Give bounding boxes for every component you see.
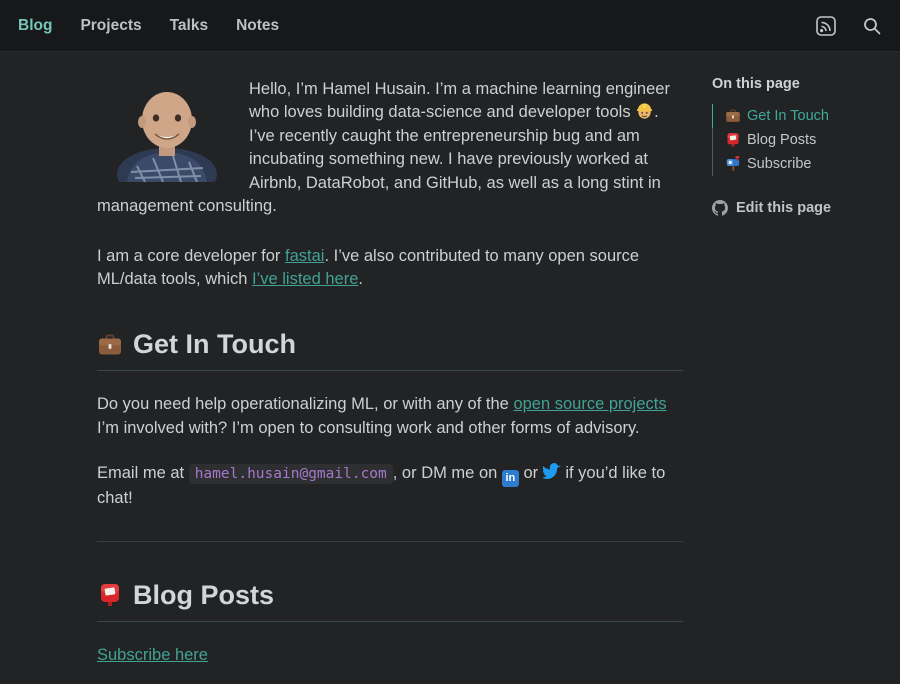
- p2-text-1: I am a core developer for: [97, 247, 285, 265]
- toc-item-label: Subscribe: [747, 156, 811, 172]
- listed-here-link[interactable]: I’ve listed here: [252, 270, 358, 288]
- blog-posts-heading: Blog Posts: [97, 580, 683, 622]
- email-link[interactable]: hamel.husain@gmail.com: [189, 464, 393, 484]
- briefcase-emoji: [725, 108, 741, 124]
- consulting-text-1: Do you need help operationalizing ML, or…: [97, 395, 513, 413]
- toc-item-get-in-touch[interactable]: Get In Touch: [712, 104, 892, 128]
- briefcase-emoji: [97, 332, 123, 358]
- toc-item-label: Blog Posts: [747, 132, 816, 148]
- nav-item-talks[interactable]: Talks: [170, 17, 209, 35]
- consulting-text-2: I’m involved with? I’m open to consultin…: [97, 419, 640, 437]
- rss-icon[interactable]: [816, 16, 836, 36]
- construction-worker-emoji: [635, 101, 654, 120]
- mailbox-emoji: [725, 156, 741, 172]
- email-text-2: , or DM me on: [393, 464, 502, 482]
- toc-title: On this page: [712, 76, 892, 92]
- nav-item-blog[interactable]: Blog: [18, 17, 52, 35]
- edit-this-page-label: Edit this page: [736, 200, 831, 216]
- on-this-page-sidebar: On this page Get In Touch Blog Posts Sub…: [712, 76, 892, 216]
- open-source-projects-link[interactable]: open source projects: [513, 395, 666, 413]
- nav-links: Blog Projects Talks Notes: [18, 17, 279, 35]
- top-navbar: Blog Projects Talks Notes: [0, 0, 900, 52]
- main-content: Hello, I’m Hamel Husain. I’m a machine l…: [97, 52, 683, 684]
- search-icon[interactable]: [862, 16, 882, 36]
- postbox-emoji: [725, 132, 741, 148]
- intro-text-1: Hello, I’m Hamel Husain. I’m a machine l…: [249, 80, 670, 121]
- email-text-3: or: [519, 464, 543, 482]
- toc-item-blog-posts[interactable]: Blog Posts: [712, 128, 892, 152]
- postbox-emoji: [97, 582, 123, 608]
- nav-right-icons: [816, 16, 882, 36]
- nav-item-notes[interactable]: Notes: [236, 17, 279, 35]
- consulting-paragraph: Do you need help operationalizing ML, or…: [97, 393, 683, 440]
- toc-item-subscribe[interactable]: Subscribe: [712, 152, 892, 176]
- email-text-1: Email me at: [97, 464, 189, 482]
- section-divider: [97, 541, 683, 542]
- get-in-touch-title: Get In Touch: [133, 329, 296, 360]
- edit-this-page-link[interactable]: Edit this page: [712, 200, 892, 216]
- nav-item-projects[interactable]: Projects: [80, 17, 141, 35]
- email-paragraph: Email me at hamel.husain@gmail.com, or D…: [97, 462, 683, 510]
- blog-posts-title: Blog Posts: [133, 580, 274, 611]
- linkedin-icon[interactable]: in: [502, 470, 519, 487]
- twitter-icon[interactable]: [543, 463, 561, 481]
- profile-photo: [111, 82, 223, 182]
- toc-list: Get In Touch Blog Posts Subscribe: [712, 104, 892, 176]
- subscribe-line: Subscribe here: [97, 646, 683, 665]
- core-developer-paragraph: I am a core developer for fastai. I’ve a…: [97, 245, 683, 292]
- fastai-link[interactable]: fastai: [285, 247, 324, 265]
- intro-paragraph: Hello, I’m Hamel Husain. I’m a machine l…: [97, 78, 683, 219]
- toc-item-label: Get In Touch: [747, 108, 829, 124]
- p2-text-3: .: [358, 270, 363, 288]
- get-in-touch-heading: Get In Touch: [97, 329, 683, 371]
- subscribe-here-link[interactable]: Subscribe here: [97, 646, 208, 664]
- github-icon: [712, 200, 728, 216]
